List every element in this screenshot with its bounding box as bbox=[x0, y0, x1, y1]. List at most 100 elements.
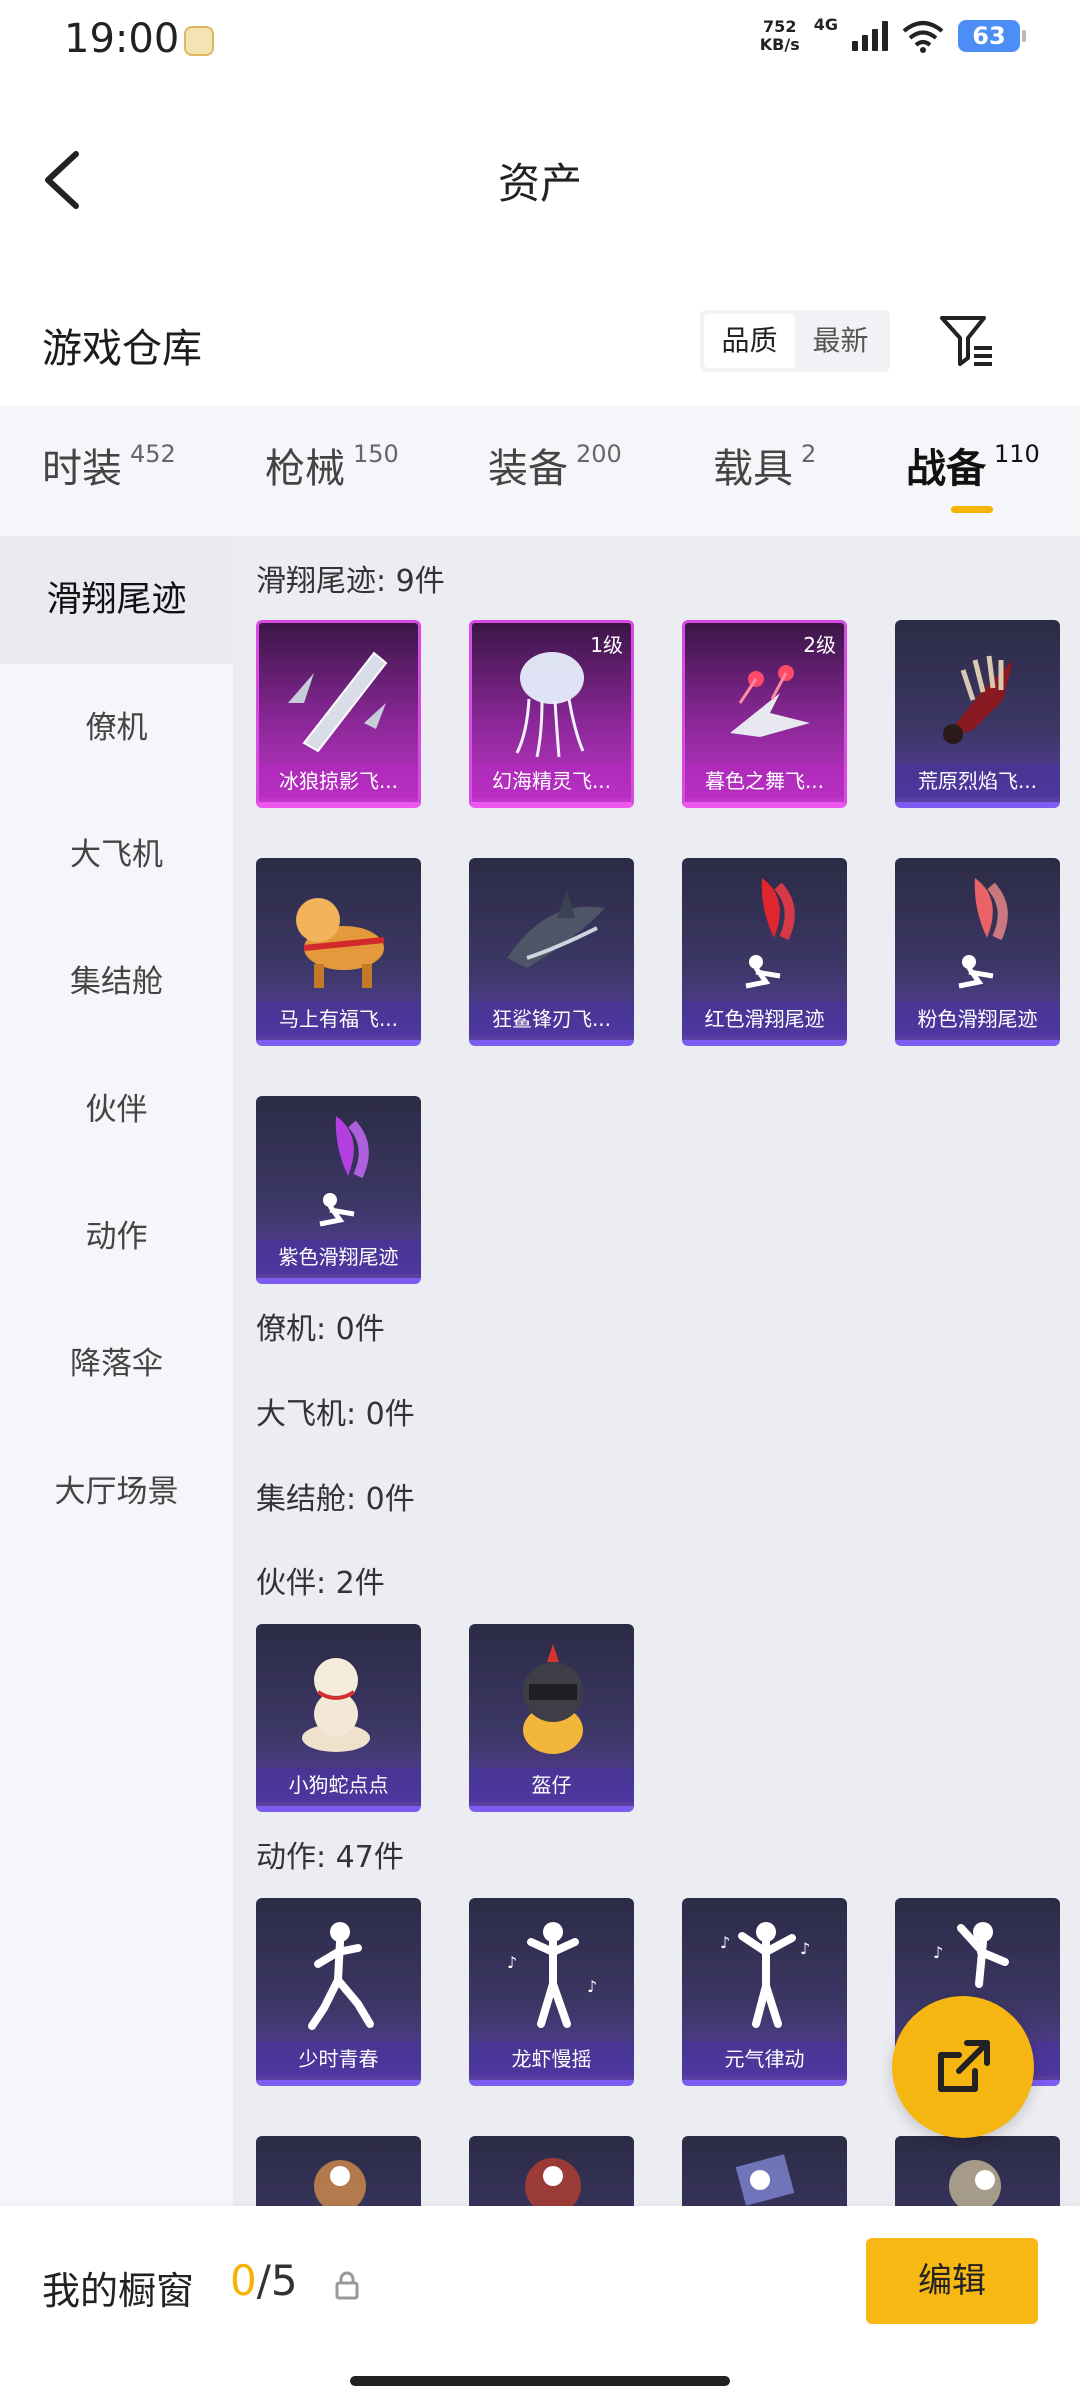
item-label: 盔仔 bbox=[469, 1768, 634, 1802]
item-art bbox=[259, 623, 418, 773]
item-card[interactable]: 2级 暮色之舞飞... bbox=[682, 620, 847, 808]
tab-label: 载具 bbox=[713, 446, 793, 492]
group-title-companion: 伙伴: 2件 bbox=[256, 1566, 385, 1601]
item-card[interactable]: 小狗蛇点点 bbox=[256, 1624, 421, 1812]
svg-text:♪: ♪ bbox=[800, 1939, 810, 1958]
notification-app-icon bbox=[184, 26, 214, 56]
showcase-total-count: /5 bbox=[256, 2256, 298, 2305]
item-label: 荒原烈焰飞... bbox=[895, 764, 1060, 798]
tab-equipment[interactable]: 装备 200 bbox=[488, 436, 622, 494]
tab-preparation[interactable]: 战备 110 bbox=[906, 436, 1040, 494]
tab-label: 战备 bbox=[906, 446, 986, 492]
filter-icon[interactable] bbox=[938, 314, 996, 368]
network-speed-unit: KB/s bbox=[759, 35, 800, 54]
item-art bbox=[895, 858, 1060, 1008]
tab-count: 150 bbox=[353, 440, 399, 468]
item-label: 龙虾慢摇 bbox=[469, 2042, 634, 2076]
item-art bbox=[895, 620, 1060, 770]
status-indicators: 752 KB/s 4G 63 bbox=[760, 14, 1026, 54]
app-header: 资产 bbox=[0, 120, 1080, 240]
tab-fashion[interactable]: 时装 452 bbox=[42, 436, 176, 494]
tab-count: 452 bbox=[130, 440, 176, 468]
item-label: 紫色滑翔尾迹 bbox=[256, 1240, 421, 1274]
item-card[interactable]: 1级 幻海精灵飞... bbox=[469, 620, 634, 808]
network-speed: 752 KB/s bbox=[760, 18, 800, 54]
wifi-icon bbox=[902, 21, 944, 53]
item-art bbox=[469, 2136, 634, 2206]
showcase-label: 我的橱窗 bbox=[42, 2269, 195, 2313]
category-tabs: 时装 452 枪械 150 装备 200 载具 2 战备 110 bbox=[0, 406, 1080, 536]
status-time: 19:00 bbox=[64, 16, 180, 62]
side-item-companion[interactable]: 伙伴 bbox=[0, 1046, 233, 1174]
side-item-lobby-scene[interactable]: 大厅场景 bbox=[0, 1428, 233, 1556]
edit-button[interactable]: 编辑 bbox=[866, 2238, 1038, 2324]
share-icon bbox=[938, 2040, 990, 2092]
tab-label: 枪械 bbox=[265, 446, 345, 492]
group-title-wingman: 僚机: 0件 bbox=[256, 1312, 385, 1347]
svg-text:♪: ♪ bbox=[933, 1943, 943, 1962]
group-title-pod: 集结舱: 0件 bbox=[256, 1482, 415, 1517]
item-art bbox=[682, 858, 847, 1008]
item-level: 1级 bbox=[590, 633, 623, 657]
showcase-bar: 我的橱窗 0/5 编辑 bbox=[0, 2206, 1080, 2400]
tab-count: 200 bbox=[576, 440, 622, 468]
side-item-assembly-pod[interactable]: 集结舱 bbox=[0, 918, 233, 1046]
tab-vehicles[interactable]: 载具 2 bbox=[713, 436, 816, 494]
side-item-parachute[interactable]: 降落伞 bbox=[0, 1300, 233, 1428]
network-type: 4G bbox=[813, 14, 838, 34]
tab-label: 装备 bbox=[488, 446, 568, 492]
item-art bbox=[256, 1624, 421, 1774]
item-card[interactable]: ♪ ♪ 龙虾慢摇 bbox=[469, 1898, 634, 2086]
item-label: 红色滑翔尾迹 bbox=[682, 1002, 847, 1036]
item-card[interactable]: 狂鲨锋刃飞... bbox=[469, 858, 634, 1046]
showcase-count: 0/5 bbox=[230, 2256, 298, 2305]
item-card[interactable]: 盔仔 bbox=[469, 1624, 634, 1812]
side-item-emote[interactable]: 动作 bbox=[0, 1173, 233, 1301]
section-title: 游戏仓库 bbox=[42, 326, 202, 372]
network-speed-value: 752 bbox=[763, 17, 797, 36]
item-art bbox=[469, 1624, 634, 1774]
item-card[interactable]: 冰狼掠影飞... bbox=[256, 620, 421, 808]
item-art bbox=[256, 858, 421, 1008]
side-item-wingman[interactable]: 僚机 bbox=[0, 664, 233, 792]
item-card[interactable]: 马上有福飞... bbox=[256, 858, 421, 1046]
item-art: ♪ ♪ bbox=[469, 1898, 634, 2048]
item-card[interactable] bbox=[256, 2136, 421, 2206]
sort-quality-option[interactable]: 品质 bbox=[704, 314, 795, 368]
svg-text:♪: ♪ bbox=[507, 1953, 517, 1972]
share-fab[interactable] bbox=[892, 1996, 1034, 2138]
tab-label: 时装 bbox=[42, 446, 122, 492]
lock-icon bbox=[335, 2271, 359, 2300]
sort-newest-option[interactable]: 最新 bbox=[795, 314, 886, 368]
battery-icon: 63 bbox=[958, 20, 1026, 52]
home-indicator bbox=[350, 2376, 730, 2386]
item-card[interactable]: 荒原烈焰飞... bbox=[895, 620, 1060, 808]
item-card[interactable] bbox=[895, 2136, 1060, 2206]
item-label: 幻海精灵飞... bbox=[472, 764, 631, 798]
side-nav: 滑翔尾迹 僚机 大飞机 集结舱 伙伴 动作 降落伞 大厅场景 bbox=[0, 536, 233, 2206]
item-art bbox=[895, 2136, 1060, 2206]
item-art bbox=[682, 2136, 847, 2206]
item-card[interactable]: 粉色滑翔尾迹 bbox=[895, 858, 1060, 1046]
group-title-plane: 大飞机: 0件 bbox=[256, 1397, 415, 1432]
item-label: 小狗蛇点点 bbox=[256, 1768, 421, 1802]
side-item-glide-trail[interactable]: 滑翔尾迹 bbox=[0, 536, 233, 664]
svg-text:♪: ♪ bbox=[587, 1977, 597, 1996]
tab-weapons[interactable]: 枪械 150 bbox=[265, 436, 399, 494]
tab-count: 110 bbox=[994, 440, 1040, 468]
signal-icon bbox=[852, 21, 888, 51]
item-card[interactable] bbox=[469, 2136, 634, 2206]
item-label: 冰狼掠影飞... bbox=[259, 764, 418, 798]
active-tab-indicator bbox=[951, 506, 993, 513]
item-card[interactable] bbox=[682, 2136, 847, 2206]
item-label: 暮色之舞飞... bbox=[685, 764, 844, 798]
item-art bbox=[256, 1096, 421, 1246]
item-art bbox=[469, 858, 634, 1008]
item-card[interactable]: 红色滑翔尾迹 bbox=[682, 858, 847, 1046]
item-card[interactable]: ♪ ♪ 元气律动 bbox=[682, 1898, 847, 2086]
sort-toggle: 品质 最新 bbox=[700, 310, 890, 372]
side-item-big-plane[interactable]: 大飞机 bbox=[0, 791, 233, 919]
status-bar: 19:00 752 KB/s 4G 63 bbox=[0, 0, 1080, 80]
item-card[interactable]: 少时青春 bbox=[256, 1898, 421, 2086]
item-card[interactable]: 紫色滑翔尾迹 bbox=[256, 1096, 421, 1284]
